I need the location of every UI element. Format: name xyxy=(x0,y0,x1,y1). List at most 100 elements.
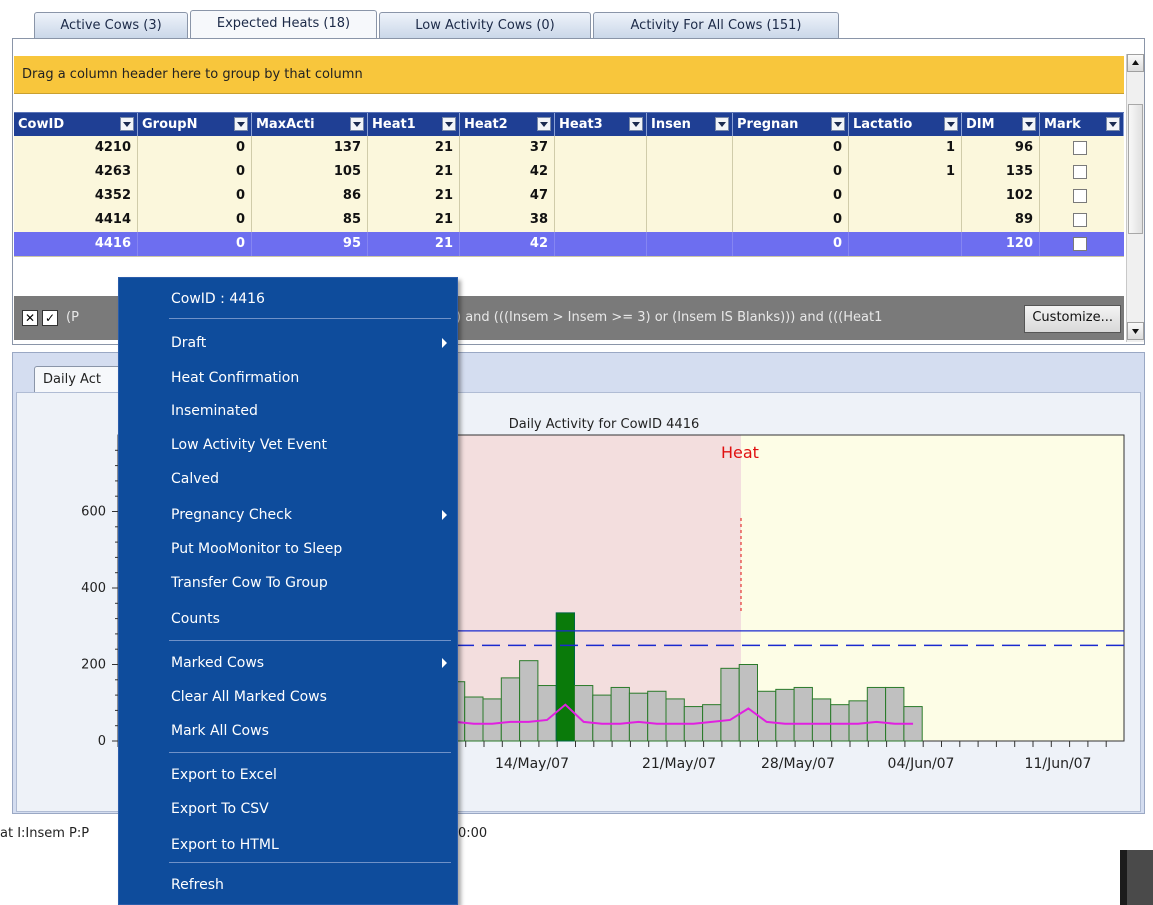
table-row[interactable]: 4352 0 86 21 47 0 102 xyxy=(14,184,1124,209)
menu-item-put-moomonitor-to-sleep[interactable]: Put MooMonitor to Sleep xyxy=(171,536,342,562)
scroll-down-button[interactable] xyxy=(1127,322,1144,340)
table-cell[interactable]: 4352 xyxy=(14,184,138,208)
tab-active-cows[interactable]: Active Cows (3) xyxy=(34,12,188,39)
table-cell[interactable] xyxy=(647,184,733,208)
dropdown-icon[interactable] xyxy=(1106,117,1120,131)
tab-expected-heats[interactable]: Expected Heats (18) xyxy=(190,10,377,40)
dropdown-icon[interactable] xyxy=(537,117,551,131)
table-cell[interactable] xyxy=(647,160,733,184)
table-cell[interactable]: 0 xyxy=(733,136,849,160)
table-cell[interactable]: 21 xyxy=(368,184,460,208)
column-header-maxactivity[interactable]: MaxActi xyxy=(252,113,368,137)
scroll-thumb[interactable] xyxy=(1128,104,1143,234)
menu-item-clear-all-marked-cows[interactable]: Clear All Marked Cows xyxy=(171,684,327,710)
column-header-insem[interactable]: Insen xyxy=(647,113,733,137)
column-header-heat3[interactable]: Heat3 xyxy=(555,113,647,137)
menu-item-refresh[interactable]: Refresh xyxy=(171,872,224,898)
table-cell[interactable] xyxy=(647,136,733,160)
mark-checkbox[interactable] xyxy=(1073,213,1087,227)
column-header-groupno[interactable]: GroupN xyxy=(138,113,252,137)
table-cell[interactable]: 0 xyxy=(733,232,849,256)
table-cell[interactable]: 120 xyxy=(962,232,1040,256)
table-cell[interactable]: 0 xyxy=(733,208,849,232)
column-header-pregnant[interactable]: Pregnan xyxy=(733,113,849,137)
menu-item-low-activity-vet-event[interactable]: Low Activity Vet Event xyxy=(171,432,327,458)
table-cell[interactable]: 0 xyxy=(138,136,252,160)
column-header-cowid[interactable]: CowID xyxy=(14,113,138,137)
table-cell[interactable]: 96 xyxy=(962,136,1040,160)
table-cell[interactable]: 42 xyxy=(460,232,555,256)
mark-checkbox[interactable] xyxy=(1073,237,1087,251)
table-cell[interactable] xyxy=(647,232,733,256)
table-cell[interactable]: 0 xyxy=(733,160,849,184)
mark-checkbox[interactable] xyxy=(1073,141,1087,155)
column-header-heat2[interactable]: Heat2 xyxy=(460,113,555,137)
table-cell[interactable] xyxy=(849,232,962,256)
menu-item-draft[interactable]: Draft xyxy=(171,330,206,356)
menu-item-export-to-excel[interactable]: Export to Excel xyxy=(171,762,277,788)
table-row[interactable]: 4263 0 105 21 42 0 1 135 xyxy=(14,160,1124,185)
table-cell[interactable]: 4416 xyxy=(14,232,138,256)
table-cell[interactable]: 0 xyxy=(138,184,252,208)
column-header-mark[interactable]: Mark xyxy=(1040,113,1124,137)
tab-low-activity-cows[interactable]: Low Activity Cows (0) xyxy=(379,12,591,39)
table-cell[interactable]: 47 xyxy=(460,184,555,208)
table-cell[interactable]: 0 xyxy=(733,184,849,208)
table-cell[interactable] xyxy=(555,136,647,160)
table-cell[interactable]: 0 xyxy=(138,160,252,184)
menu-item-inseminated[interactable]: Inseminated xyxy=(171,398,258,424)
menu-item-transfer-cow-to-group[interactable]: Transfer Cow To Group xyxy=(171,570,328,596)
table-cell[interactable]: 42 xyxy=(460,160,555,184)
tab-activity-all-cows[interactable]: Activity For All Cows (151) xyxy=(593,12,839,39)
table-cell[interactable] xyxy=(647,208,733,232)
mark-checkbox[interactable] xyxy=(1073,189,1087,203)
table-row[interactable]: 4210 0 137 21 37 0 1 96 xyxy=(14,136,1124,161)
table-cell[interactable]: 21 xyxy=(368,208,460,232)
table-cell[interactable]: 37 xyxy=(460,136,555,160)
table-cell[interactable]: 4414 xyxy=(14,208,138,232)
column-header-lactation[interactable]: Lactatio xyxy=(849,113,962,137)
table-cell[interactable]: 21 xyxy=(368,232,460,256)
table-cell[interactable]: 137 xyxy=(252,136,368,160)
customize-button[interactable]: Customize... xyxy=(1024,305,1121,333)
table-cell[interactable] xyxy=(849,184,962,208)
menu-item-marked-cows[interactable]: Marked Cows xyxy=(171,650,264,676)
dropdown-icon[interactable] xyxy=(629,117,643,131)
dropdown-icon[interactable] xyxy=(350,117,364,131)
table-cell[interactable]: 0 xyxy=(138,232,252,256)
clear-filter-icon[interactable]: ✕ xyxy=(22,310,38,326)
dropdown-icon[interactable] xyxy=(831,117,845,131)
table-cell[interactable]: 1 xyxy=(849,160,962,184)
table-row[interactable]: 4416 0 95 21 42 0 120 xyxy=(14,232,1124,257)
dropdown-icon[interactable] xyxy=(442,117,456,131)
menu-item-heat-confirmation[interactable]: Heat Confirmation xyxy=(171,365,299,391)
table-cell[interactable]: 85 xyxy=(252,208,368,232)
dropdown-icon[interactable] xyxy=(1022,117,1036,131)
table-cell[interactable]: 0 xyxy=(138,208,252,232)
mark-checkbox[interactable] xyxy=(1073,165,1087,179)
column-header-dim[interactable]: DIM xyxy=(962,113,1040,137)
menu-item-mark-all-cows[interactable]: Mark All Cows xyxy=(171,718,269,744)
table-cell[interactable]: 21 xyxy=(368,136,460,160)
column-header-heat1[interactable]: Heat1 xyxy=(368,113,460,137)
table-cell[interactable]: 4210 xyxy=(14,136,138,160)
table-row[interactable]: 4414 0 85 21 38 0 89 xyxy=(14,208,1124,233)
table-cell[interactable]: 102 xyxy=(962,184,1040,208)
table-cell[interactable] xyxy=(555,184,647,208)
dropdown-icon[interactable] xyxy=(944,117,958,131)
table-cell[interactable] xyxy=(849,208,962,232)
table-cell[interactable]: 105 xyxy=(252,160,368,184)
menu-item-counts[interactable]: Counts xyxy=(171,606,220,632)
dropdown-icon[interactable] xyxy=(715,117,729,131)
table-cell[interactable]: 38 xyxy=(460,208,555,232)
table-cell[interactable] xyxy=(555,208,647,232)
table-cell[interactable]: 135 xyxy=(962,160,1040,184)
table-cell[interactable] xyxy=(555,160,647,184)
dropdown-icon[interactable] xyxy=(234,117,248,131)
grid-scrollbar[interactable] xyxy=(1126,54,1144,342)
table-cell[interactable]: 21 xyxy=(368,160,460,184)
menu-item-pregnancy-check[interactable]: Pregnancy Check xyxy=(171,502,292,528)
group-by-area[interactable]: Drag a column header here to group by th… xyxy=(14,56,1124,94)
table-cell[interactable]: 86 xyxy=(252,184,368,208)
menu-item-export-to-html[interactable]: Export to HTML xyxy=(171,832,279,858)
